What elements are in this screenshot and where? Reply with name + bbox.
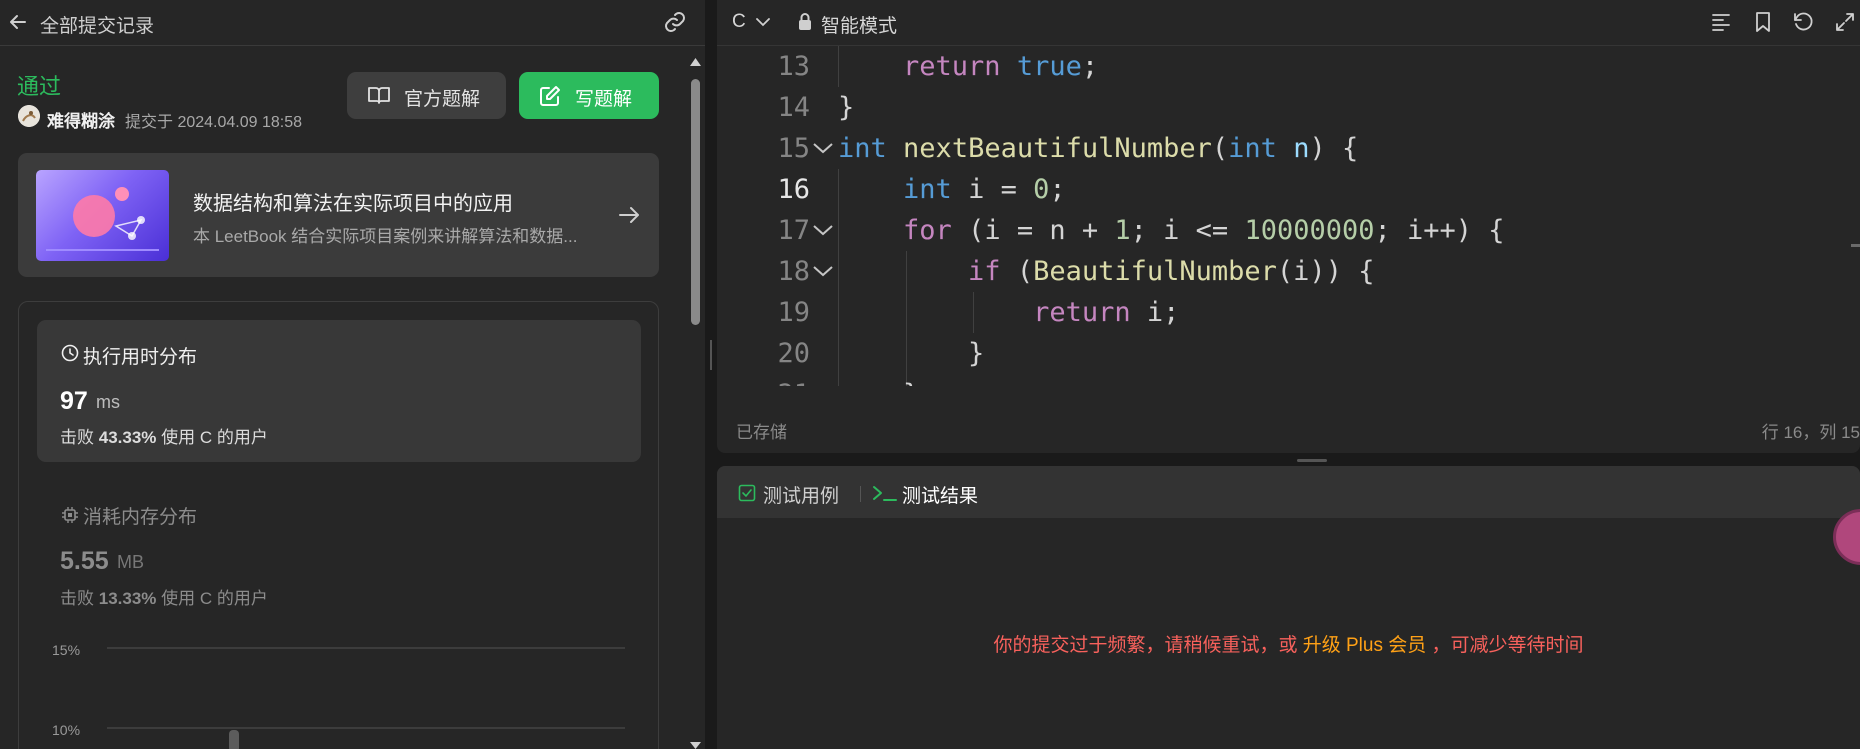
line-number-active: 16 [777,174,810,205]
code-line: return true; [903,51,1099,82]
smart-mode-toggle[interactable]: 智能模式 [821,11,897,38]
submission-header: 全部提交记录 [0,0,705,46]
memory-value: 5.55 [60,547,109,575]
leetbook-card[interactable]: 数据结构和算法在实际项目中的应用 本 LeetBook 结合实际项目案例来讲解算… [18,153,659,277]
tab-divider [860,486,861,502]
back-arrow-icon[interactable] [6,10,30,34]
leetbook-description: 本 LeetBook 结合实际项目案例来讲解算法和数据... [193,227,578,246]
distribution-chart: 15% 10% [52,642,625,749]
fold-chevron-icon[interactable] [811,138,835,158]
leetbook-cover-image [36,170,169,261]
submission-panel: 全部提交记录 通过 难得糊涂 提交于 2024.04.09 18:58 官方题解… [0,0,705,749]
bookmark-icon[interactable] [1751,10,1775,34]
runtime-value: 97 [60,387,88,415]
line-number: 14 [777,92,810,123]
reset-icon[interactable] [1791,10,1815,34]
fold-chevron-icon[interactable] [811,261,835,281]
write-solution-button[interactable]: 写题解 [519,72,659,119]
line-number: 19 [777,297,810,328]
terminal-icon [872,484,898,502]
official-solution-label: 官方题解 [404,89,481,110]
submission-time: 提交于 2024.04.09 18:58 [125,114,303,131]
chevron-down-icon[interactable] [755,16,771,28]
line-number: 15 [777,133,810,164]
line-number: 17 [777,215,810,246]
chart-bar [229,730,239,749]
horizontal-splitter[interactable] [1297,459,1327,462]
avatar[interactable] [18,105,40,127]
format-icon[interactable] [1709,10,1733,34]
memory-title[interactable]: 消耗内存分布 [83,502,197,529]
code-line: return i; [1033,297,1180,328]
language-selector[interactable]: C [732,11,746,33]
runtime-beat-text: 击败 43.33% 使用 C 的用户 [60,428,268,447]
code-editor-panel: C 智能模式 13 return true; 14 } 15 int nextB… [717,0,1860,453]
editor-scroll-indicator[interactable] [1851,244,1860,247]
code-line: } [838,92,855,123]
code-line: } [968,338,985,369]
checkbox-icon [738,484,756,502]
editor-toolbar: C 智能模式 [717,0,1860,46]
write-solution-label: 写题解 [575,89,633,110]
test-panel: 测试用例 测试结果 你的提交过于频繁，请稍候重试，或 升级 Plus 会员 ，可… [717,466,1860,749]
lock-icon [797,12,813,32]
code-line: int nextBeautifulNumber(int n) { [838,133,1359,164]
all-submissions-title[interactable]: 全部提交记录 [40,11,154,38]
line-number: 20 [777,338,810,369]
memory-beat-text: 击败 13.33% 使用 C 的用户 [60,589,268,608]
submission-status: 通过 [17,74,62,99]
link-icon[interactable] [662,10,688,34]
clock-icon [61,344,79,362]
vertical-splitter[interactable] [705,0,717,749]
code-line: } [838,374,919,386]
left-scrollbar[interactable] [686,50,705,749]
fold-chevron-icon[interactable] [811,220,835,240]
code-line: if (BeautifulNumber(i)) { [968,256,1375,287]
arrow-right-icon[interactable] [616,202,642,228]
cursor-position: 行 16，列 15 [1761,423,1860,442]
runtime-distribution-tab[interactable]: 执行用时分布 97 ms 击败 43.33% 使用 C 的用户 [37,320,641,462]
line-number: 21 [717,374,810,386]
code-line: int i = 0; [903,174,1066,205]
leetbook-title: 数据结构和算法在实际项目中的应用 [193,193,513,215]
tab-test-cases[interactable]: 测试用例 [763,481,839,508]
upgrade-plus-link[interactable]: 升级 Plus 会员 [1303,635,1427,656]
edit-icon [539,85,561,107]
chip-icon [61,506,79,524]
code-line: for (i = n + 1; i <= 10000000; i++) { [903,215,1505,246]
runtime-title: 执行用时分布 [83,347,198,368]
chart-tick-10: 10% [52,722,80,738]
username[interactable]: 难得糊涂 [47,107,115,132]
save-status: 已存储 [736,423,787,442]
expand-icon[interactable] [1833,10,1857,34]
line-number: 13 [777,51,810,82]
official-solution-button[interactable]: 官方题解 [347,72,506,119]
runtime-unit: ms [96,392,120,412]
code-area[interactable]: 13 return true; 14 } 15 int nextBeautifu… [717,46,1860,386]
memory-unit: MB [117,552,144,572]
book-icon [367,85,391,105]
line-number: 18 [777,256,810,287]
test-panel-tabs: 测试用例 测试结果 [717,466,1860,518]
rate-limit-message: 你的提交过于频繁，请稍候重试，或 升级 Plus 会员 ，可减少等待时间 [993,635,1584,656]
chart-tick-15: 15% [52,642,80,658]
tab-test-result[interactable]: 测试结果 [902,481,978,508]
